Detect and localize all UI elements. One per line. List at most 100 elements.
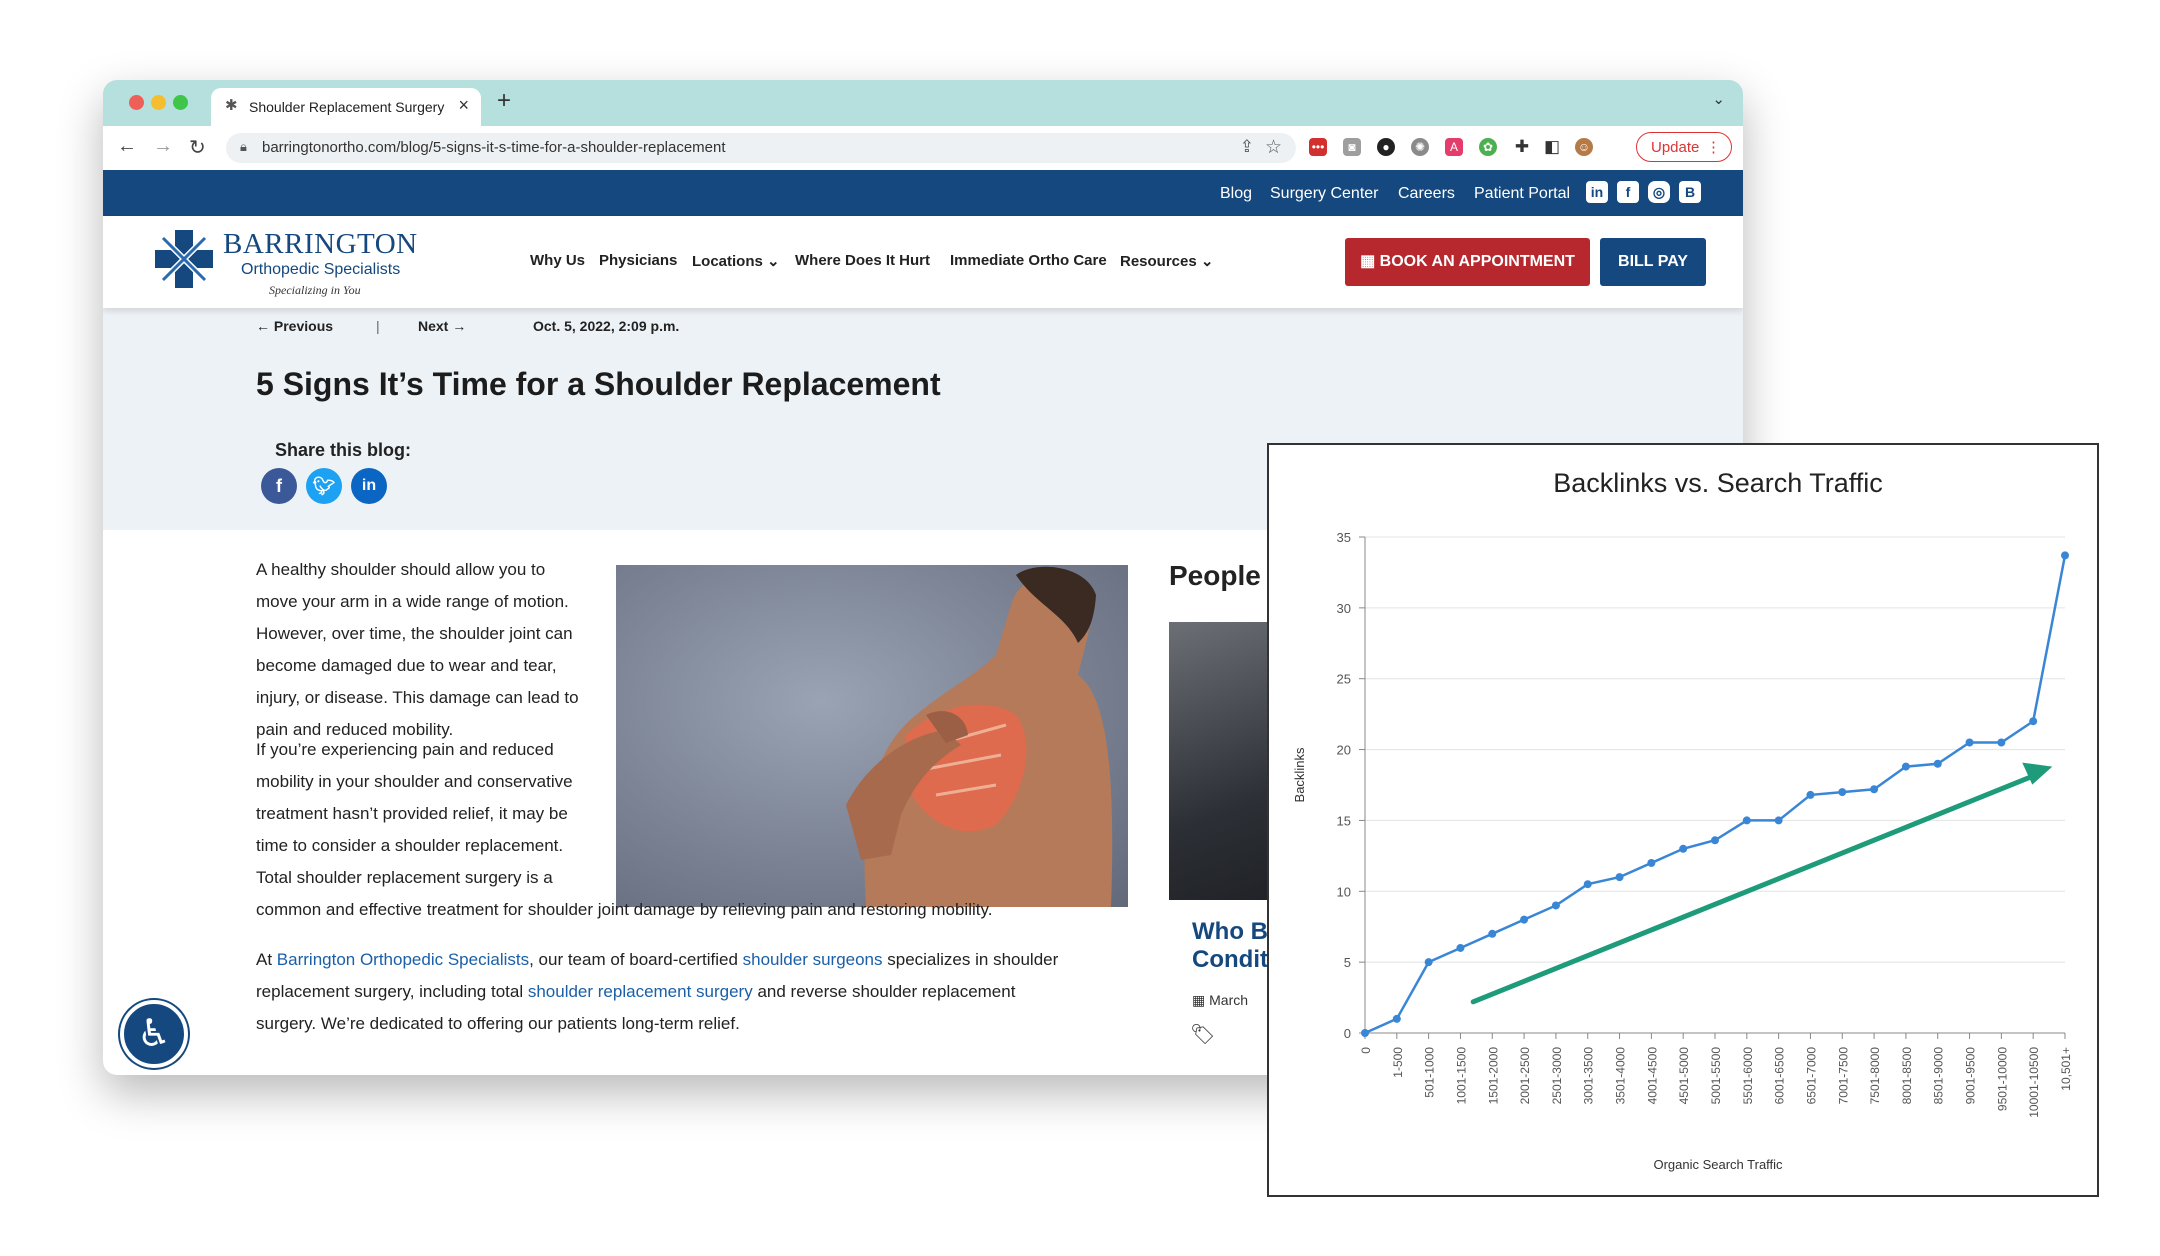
extension-dark-icon[interactable]: ●: [1377, 138, 1395, 156]
book-appointment-label: BOOK AN APPOINTMENT: [1379, 253, 1575, 270]
text-line: move your arm in a wide range of motion.: [256, 592, 569, 611]
chart-svg: Backlinks vs. Search Traffic Backlinks O…: [1292, 468, 2073, 1172]
share-twitter-icon[interactable]: 🐦︎: [306, 468, 342, 504]
close-tab-icon[interactable]: ×: [458, 95, 469, 116]
tab-search-chevron-icon[interactable]: ⌄: [1712, 90, 1725, 108]
nav-locations[interactable]: Locations ⌄: [692, 252, 780, 270]
series-line: [1364, 555, 2067, 1035]
nav-resources[interactable]: Resources ⌄: [1120, 252, 1213, 270]
data-point: [1870, 785, 1879, 794]
chart-title: Backlinks vs. Search Traffic: [1553, 468, 1883, 498]
extension-gear-icon[interactable]: ✺: [1411, 138, 1429, 156]
share-linkedin-icon[interactable]: in: [351, 468, 387, 504]
card-title-line: Who B: [1192, 918, 1268, 945]
data-point: [1456, 943, 1465, 952]
extension-camera-icon[interactable]: ◙: [1343, 138, 1361, 156]
maximize-window-button[interactable]: [173, 95, 188, 110]
topbar-link-careers[interactable]: Careers: [1398, 185, 1455, 203]
x-tick-label: 10,501+: [2059, 1047, 2073, 1091]
text-line: However, over time, the shoulder joint c…: [256, 624, 573, 643]
instagram-icon[interactable]: ◎: [1648, 181, 1670, 203]
nav-resources-label: Resources: [1120, 253, 1197, 270]
reload-icon[interactable]: ↻: [189, 135, 206, 160]
address-bar[interactable]: 🔒︎ barringtonortho.com/blog/5-signs-it-s…: [226, 133, 1296, 163]
calendar-icon: ▦: [1192, 992, 1206, 1008]
logo-name[interactable]: BARRINGTON: [223, 228, 418, 261]
sidebar-card-title[interactable]: Who B Condit: [1192, 918, 1268, 974]
share-label: Share this blog:: [275, 440, 412, 460]
new-tab-icon[interactable]: +: [497, 87, 511, 115]
nav-immediate-ortho-care[interactable]: Immediate Ortho Care: [950, 252, 1107, 269]
calendar-icon: ▦: [1360, 253, 1376, 270]
x-tick-label: 8501-9000: [1932, 1047, 1946, 1105]
link-shoulder-surgeons[interactable]: shoulder surgeons: [743, 950, 883, 969]
profile-avatar-icon[interactable]: ☺: [1575, 138, 1593, 156]
lock-icon[interactable]: 🔒︎: [240, 139, 247, 155]
text-line: At Barrington Orthopedic Specialists, ou…: [256, 944, 1136, 976]
facebook-icon[interactable]: f: [1617, 181, 1639, 203]
paragraph-2: If you’re experiencing pain and reduced …: [256, 734, 606, 894]
text-line: time to consider a shoulder replacement.: [256, 836, 564, 855]
y-tick-label: 5: [1344, 955, 1351, 970]
chart-series: [1361, 551, 2069, 1037]
text-run: , our team of board-certified: [529, 950, 743, 969]
linkedin-icon[interactable]: in: [1586, 181, 1608, 203]
nav-why-us[interactable]: Why Us: [530, 252, 585, 269]
data-point: [1806, 790, 1815, 799]
x-tick-label: 1001-1500: [1454, 1047, 1468, 1105]
book-appointment-button[interactable]: ▦ BOOK AN APPOINTMENT: [1345, 238, 1590, 286]
star-icon[interactable]: ☆: [1265, 136, 1282, 159]
site-utility-bar: Blog Surgery Center Careers Patient Port…: [103, 170, 1743, 216]
sidebar-heading: People: [1169, 560, 1261, 591]
close-window-button[interactable]: [129, 95, 144, 110]
blogger-icon[interactable]: B: [1679, 181, 1701, 203]
extension-lastpass-icon[interactable]: •••: [1309, 138, 1327, 156]
logo-subtitle: Orthopedic Specialists: [241, 261, 401, 278]
browser-toolbar: ← → ↻ 🔒︎ barringtonortho.com/blog/5-sign…: [103, 126, 1743, 171]
logo-mark-icon[interactable]: [155, 230, 213, 293]
link-barrington-orthopedic[interactable]: Barrington Orthopedic Specialists: [277, 950, 529, 969]
trend-arrow: [1470, 762, 2053, 1005]
link-shoulder-replacement-surgery[interactable]: shoulder replacement surgery: [528, 982, 753, 1001]
nav-physicians[interactable]: Physicians: [599, 252, 677, 269]
share-icon[interactable]: ⇪: [1240, 137, 1254, 157]
extension-a-icon[interactable]: A: [1445, 138, 1463, 156]
minimize-window-button[interactable]: [151, 95, 166, 110]
data-point: [1742, 816, 1751, 825]
data-point: [1901, 762, 1910, 771]
extensions-icon[interactable]: ✚: [1513, 138, 1531, 156]
previous-link[interactable]: ← Previous: [256, 318, 333, 334]
accessibility-icon[interactable]: ♿︎: [120, 1000, 188, 1068]
nav-where-does-it-hurt[interactable]: Where Does It Hurt: [795, 252, 930, 269]
x-tick-label: 3501-4000: [1614, 1047, 1628, 1105]
next-link[interactable]: Next →: [418, 318, 466, 334]
data-point: [1488, 929, 1497, 938]
topbar-link-patient-portal[interactable]: Patient Portal: [1474, 185, 1570, 203]
x-tick-label: 7501-8000: [1868, 1047, 1882, 1105]
kebab-icon[interactable]: ⋮: [1706, 133, 1721, 163]
data-point: [1551, 901, 1560, 910]
topbar-link-surgery-center[interactable]: Surgery Center: [1270, 185, 1379, 203]
x-tick-label: 10001-10500: [2027, 1047, 2041, 1118]
share-facebook-icon[interactable]: f: [261, 468, 297, 504]
tab-active[interactable]: ✱ Shoulder Replacement Surgery ×: [211, 88, 481, 126]
bill-pay-button[interactable]: BILL PAY: [1600, 238, 1706, 286]
text-line: A healthy shoulder should allow you to: [256, 560, 546, 579]
card-title-line: Condit: [1192, 946, 1268, 973]
nav-locations-label: Locations: [692, 253, 763, 270]
paragraph-3: At Barrington Orthopedic Specialists, ou…: [256, 944, 1136, 1040]
sidepanel-icon[interactable]: ◧: [1543, 138, 1561, 156]
topbar-link-blog[interactable]: Blog: [1220, 185, 1252, 203]
data-point: [1933, 759, 1942, 768]
forward-icon[interactable]: →: [153, 135, 173, 158]
data-point: [2029, 717, 2038, 726]
back-icon[interactable]: ←: [117, 135, 137, 158]
update-button[interactable]: Update ⋮: [1636, 132, 1732, 162]
site-header: BARRINGTON Orthopedic Specialists Specia…: [103, 216, 1743, 308]
chevron-down-icon: ⌄: [1200, 253, 1214, 270]
site-favicon-icon: ✱: [225, 97, 238, 114]
x-tick-label: 1-500: [1391, 1047, 1405, 1078]
data-point: [2061, 551, 2069, 560]
x-tick-label: 9001-9500: [1964, 1047, 1978, 1105]
extension-green-icon[interactable]: ✿: [1479, 138, 1497, 156]
